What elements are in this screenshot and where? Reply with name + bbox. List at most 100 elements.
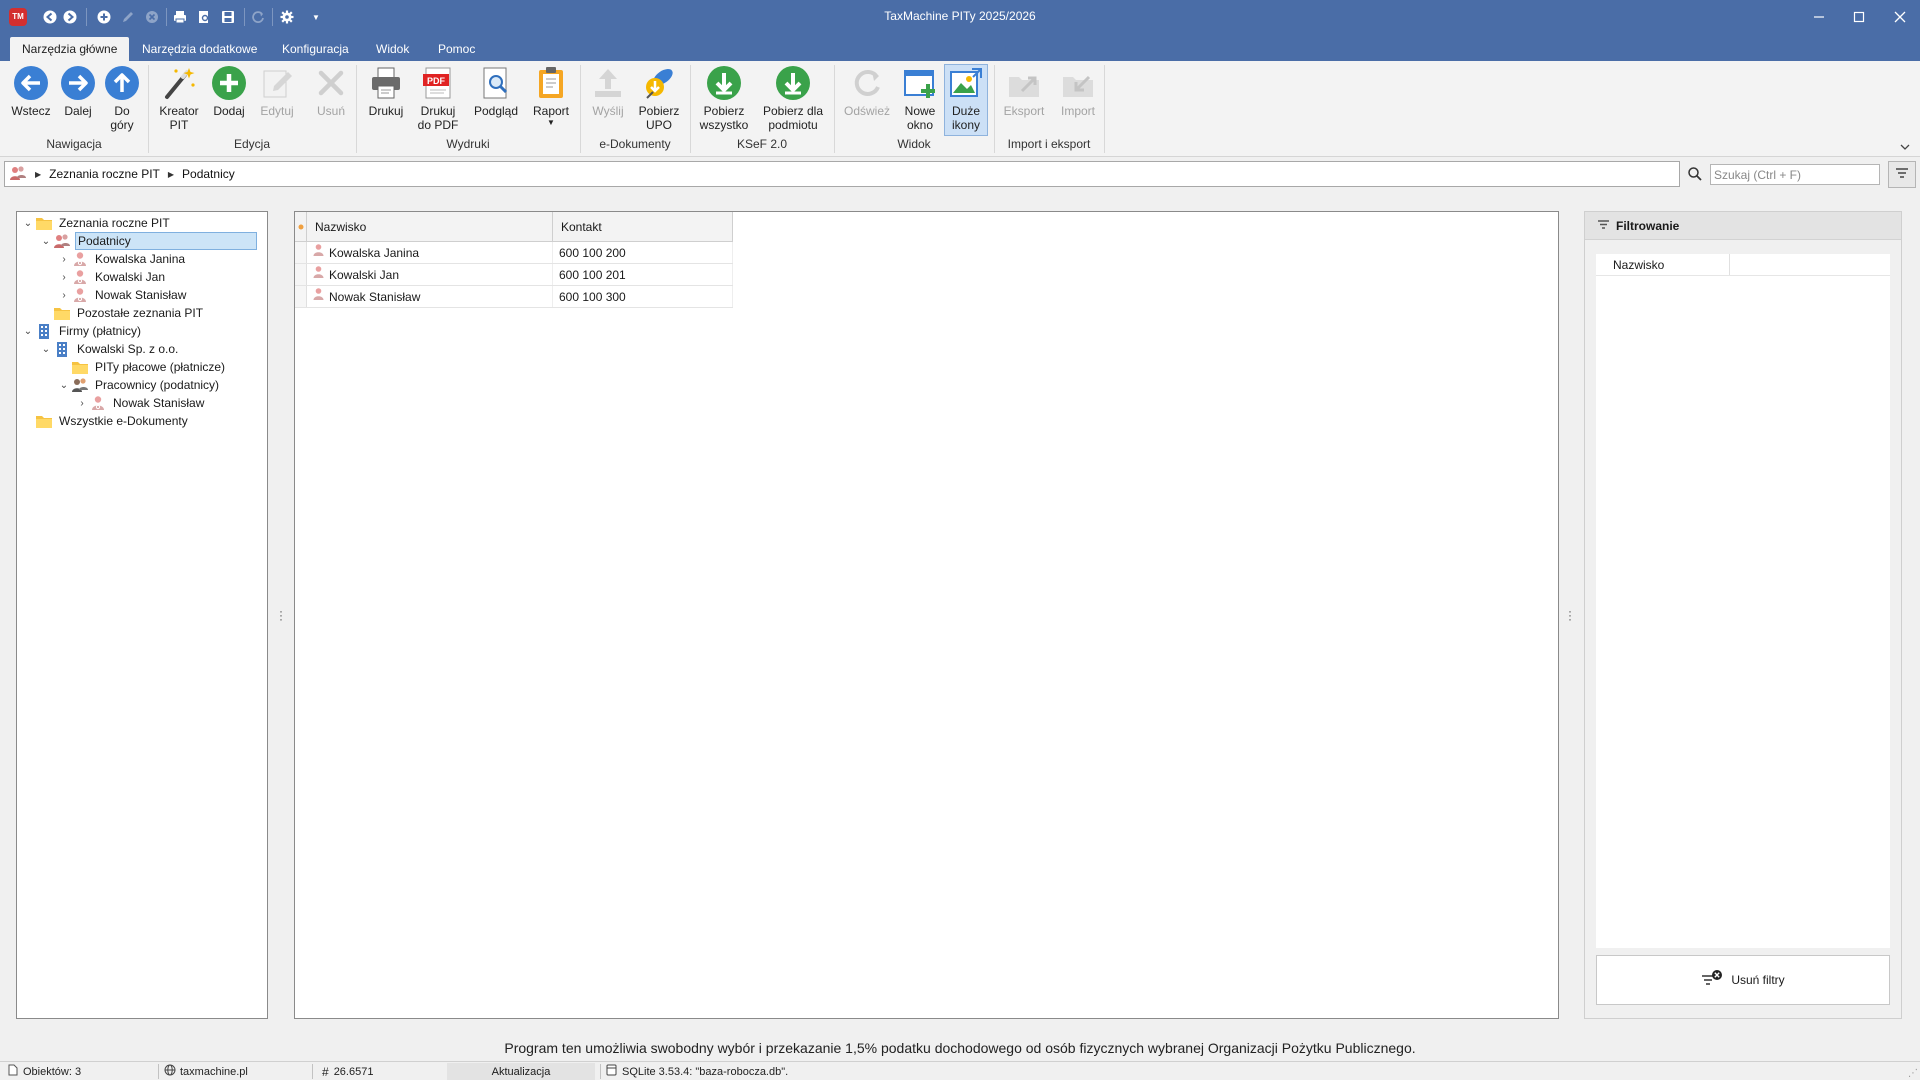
table-row[interactable]: Nowak Stanisław 600 100 300 bbox=[295, 286, 733, 308]
arrow-left-icon bbox=[13, 65, 49, 101]
edit-icon bbox=[259, 65, 295, 101]
filter-row-surname[interactable]: Nazwisko bbox=[1596, 254, 1890, 276]
tree-item-taxpayers[interactable]: ⌄ Podatnicy bbox=[39, 231, 257, 251]
expand-icon[interactable]: › bbox=[75, 398, 89, 409]
back-button[interactable]: Wstecz bbox=[8, 65, 54, 118]
svg-text:PDF: PDF bbox=[427, 76, 446, 86]
expand-icon[interactable]: › bbox=[57, 254, 71, 265]
tab-view[interactable]: Widok bbox=[364, 37, 421, 61]
status-website[interactable]: taxmachine.pl bbox=[164, 1062, 248, 1080]
breadcrumb-arrow-icon[interactable]: ▶ bbox=[168, 170, 174, 179]
person-icon bbox=[313, 286, 324, 308]
clear-filters-button[interactable]: Usuń filtry bbox=[1596, 955, 1890, 1005]
clear-filter-icon bbox=[1701, 969, 1723, 991]
filter-field-value[interactable] bbox=[1730, 254, 1890, 275]
group-label-printouts: Wydruki bbox=[446, 137, 490, 151]
tree-item-pit-returns[interactable]: ⌄ Zeznania roczne PIT bbox=[21, 213, 172, 233]
import-button: Import bbox=[1052, 65, 1104, 118]
breadcrumb-item-taxpayers[interactable]: Podatnicy bbox=[182, 167, 235, 181]
ribbon-collapse-icon[interactable] bbox=[1900, 139, 1910, 153]
report-button[interactable]: Raport ▼ bbox=[528, 65, 574, 128]
cell-surname: Kowalska Janina bbox=[329, 245, 420, 260]
expand-icon[interactable]: › bbox=[57, 272, 71, 283]
tree-item-companies[interactable]: ⌄ Firmy (płatnicy) bbox=[21, 321, 143, 341]
building-icon bbox=[53, 340, 71, 358]
collapse-icon[interactable]: ⌄ bbox=[21, 218, 35, 229]
search-icon[interactable] bbox=[1687, 166, 1703, 182]
cell-surname: Kowalski Jan bbox=[329, 267, 400, 282]
person-icon bbox=[89, 394, 107, 412]
expand-icon[interactable]: › bbox=[57, 290, 71, 301]
tree-item-all-edocuments[interactable]: Wszystkie e-Dokumenty bbox=[21, 411, 190, 431]
tab-main-tools[interactable]: Narzędzia główne bbox=[10, 37, 130, 61]
print-button[interactable]: Drukuj bbox=[364, 65, 408, 118]
download-upo-button[interactable]: Pobierz UPO bbox=[636, 65, 682, 132]
tree-item-other-pit[interactable]: Pozostałe zeznania PIT bbox=[39, 303, 205, 323]
table-row[interactable]: Kowalska Janina 600 100 200 bbox=[295, 242, 733, 264]
group-label-view: Widok bbox=[897, 137, 931, 151]
large-icons-button[interactable]: Duże ikony bbox=[944, 64, 988, 136]
maximize-icon[interactable] bbox=[1839, 0, 1879, 33]
filter-panel-title: Filtrowanie bbox=[1616, 218, 1680, 233]
minimize-icon[interactable] bbox=[1799, 0, 1839, 33]
send-button: Wyślij bbox=[586, 65, 630, 118]
tree-item-person[interactable]: › Nowak Stanisław bbox=[75, 393, 206, 413]
search-input[interactable] bbox=[1710, 164, 1880, 185]
column-header-surname[interactable]: Nazwisko bbox=[307, 212, 553, 241]
cell-contact: 600 100 200 bbox=[553, 242, 733, 263]
tab-additional-tools[interactable]: Narzędzia dodatkowe bbox=[130, 37, 269, 61]
person-icon bbox=[71, 286, 89, 304]
cell-surname: Nowak Stanisław bbox=[329, 289, 421, 304]
column-header-contact[interactable]: Kontakt bbox=[553, 212, 733, 241]
group-label-ksef: KSeF 2.0 bbox=[736, 137, 788, 151]
tree-item-payroll-pit[interactable]: PITy płacowe (płatnicze) bbox=[57, 357, 227, 377]
tree-item-person[interactable]: › Kowalski Jan bbox=[57, 267, 167, 287]
download-for-entity-button[interactable]: Pobierz dla podmiotu bbox=[758, 65, 828, 132]
group-label-import-export: Import i eksport bbox=[1007, 137, 1091, 151]
splitter-right-handle[interactable]: · · · bbox=[1568, 605, 1572, 625]
folder-icon bbox=[71, 358, 89, 376]
table-row[interactable]: Kowalski Jan 600 100 201 bbox=[295, 264, 733, 286]
tree-item-company[interactable]: ⌄ Kowalski Sp. z o.o. bbox=[39, 339, 180, 359]
ribbon-tabs: Narzędzia główne Narzędzia dodatkowe Kon… bbox=[0, 33, 1920, 61]
tree-item-person[interactable]: › Nowak Stanisław bbox=[57, 285, 188, 305]
tree-item-employees[interactable]: ⌄ Pracownicy (podatnicy) bbox=[57, 375, 221, 395]
forward-button[interactable]: Dalej bbox=[58, 65, 98, 118]
pit-wizard-button[interactable]: Kreator PIT bbox=[154, 65, 204, 132]
add-button[interactable]: Dodaj bbox=[208, 65, 250, 118]
new-window-button[interactable]: Nowe okno bbox=[898, 65, 942, 132]
tab-help[interactable]: Pomoc bbox=[426, 37, 487, 61]
person-icon bbox=[71, 268, 89, 286]
status-bar: Obiektów: 3 taxmachine.pl # 26.6571 Aktu… bbox=[0, 1061, 1920, 1080]
upo-icon bbox=[641, 65, 677, 101]
tree-item-person[interactable]: › Kowalska Janina bbox=[57, 249, 187, 269]
group-label-edocuments: e-Dokumenty bbox=[599, 137, 671, 151]
export-button: Eksport bbox=[998, 65, 1050, 118]
pdf-icon: PDF bbox=[420, 65, 456, 101]
resize-grip-icon[interactable]: ⋰ bbox=[1908, 1068, 1918, 1079]
breadcrumb-arrow-icon[interactable]: ▶ bbox=[35, 170, 41, 179]
preview-button[interactable]: Podgląd bbox=[470, 65, 522, 118]
up-button[interactable]: Do góry bbox=[102, 65, 142, 132]
magic-wand-icon bbox=[161, 65, 197, 101]
folder-icon bbox=[53, 304, 71, 322]
close-icon[interactable] bbox=[1880, 0, 1920, 33]
edit-button: Edytuj bbox=[254, 65, 300, 118]
collapse-icon[interactable]: ⌄ bbox=[21, 326, 35, 337]
folder-icon bbox=[35, 412, 53, 430]
collapse-icon[interactable]: ⌄ bbox=[39, 236, 53, 247]
window-title: TaxMachine PITy 2025/2026 bbox=[884, 9, 1036, 23]
report-dropdown-icon[interactable]: ▼ bbox=[547, 118, 555, 128]
splitter-left-handle[interactable]: · · · bbox=[279, 605, 283, 625]
breadcrumb-item-pit[interactable]: Zeznania roczne PIT bbox=[49, 167, 160, 181]
download-all-button[interactable]: Pobierz wszystko bbox=[696, 65, 752, 132]
print-to-pdf-button[interactable]: PDF Drukuj do PDF bbox=[414, 65, 462, 132]
download-icon bbox=[706, 65, 742, 101]
filter-panel: Filtrowanie Nazwisko Usuń filtry bbox=[1584, 211, 1902, 1019]
folder-icon bbox=[35, 214, 53, 232]
filter-toggle-button[interactable] bbox=[1888, 161, 1916, 188]
collapse-icon[interactable]: ⌄ bbox=[57, 380, 71, 391]
tab-configuration[interactable]: Konfiguracja bbox=[270, 37, 361, 61]
filter-field-label: Nazwisko bbox=[1596, 254, 1730, 275]
collapse-icon[interactable]: ⌄ bbox=[39, 344, 53, 355]
